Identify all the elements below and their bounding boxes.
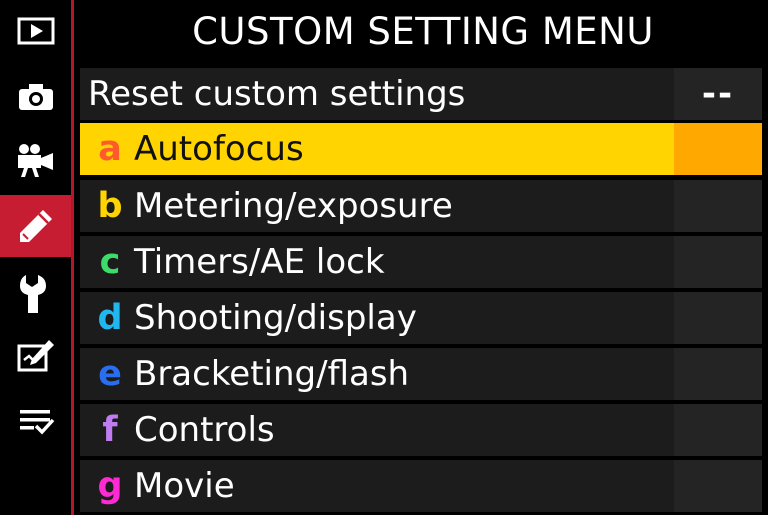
- menu-item-value: --: [674, 68, 762, 120]
- menu-item-label: Movie: [134, 466, 235, 506]
- menu-item-value: [674, 404, 762, 456]
- menu-item-label: Shooting/display: [134, 298, 417, 338]
- menu-item-autofocus[interactable]: a Autofocus: [80, 123, 762, 175]
- sidebar-item-my-menu[interactable]: [0, 394, 71, 448]
- menu-item-value: [674, 180, 762, 232]
- sidebar-item-setup[interactable]: [0, 267, 71, 321]
- sidebar-item-playback[interactable]: [0, 4, 71, 58]
- menu-item-bracketing-flash[interactable]: e Bracketing/flash: [80, 348, 762, 400]
- menu-item-value: [674, 123, 762, 175]
- menu-item-letter: d: [97, 298, 123, 338]
- menu-item-label: Timers/AE lock: [134, 242, 385, 282]
- menu-item-label: Bracketing/flash: [134, 354, 410, 394]
- menu-item-movie[interactable]: g Movie: [80, 460, 762, 512]
- camera-icon: [18, 84, 53, 110]
- menu-item-letter: c: [99, 242, 121, 282]
- sidebar-item-retouch[interactable]: [0, 329, 71, 383]
- menu-item-value: [674, 348, 762, 400]
- playback-icon: [17, 17, 54, 45]
- sidebar-item-photo-shooting[interactable]: [0, 70, 71, 124]
- pencil-icon: [19, 210, 52, 242]
- retouch-icon: [17, 340, 54, 372]
- my-menu-icon: [19, 410, 54, 435]
- sidebar-item-custom-settings[interactable]: [0, 195, 71, 257]
- menu-item-timers-ae-lock[interactable]: c Timers/AE lock: [80, 236, 762, 288]
- sidebar: [0, 0, 74, 515]
- movie-camera-icon: [17, 144, 53, 177]
- menu-item-letter: g: [97, 466, 123, 506]
- menu-item-letter: b: [97, 186, 123, 226]
- page-title: CUSTOM SETTING MENU: [192, 9, 654, 53]
- menu-item-controls[interactable]: f Controls: [80, 404, 762, 456]
- menu-item-letter: a: [98, 129, 122, 169]
- menu-item-letter: f: [102, 410, 118, 450]
- wrench-icon: [19, 275, 46, 313]
- menu-item-value: [674, 292, 762, 344]
- menu-item-letter: e: [98, 354, 122, 394]
- menu-item-label: Reset custom settings: [88, 74, 466, 114]
- menu-item-value: [674, 460, 762, 512]
- menu-item-label: Autofocus: [134, 129, 304, 169]
- menu-item-label: Metering/exposure: [134, 186, 453, 226]
- menu-item-shooting-display[interactable]: d Shooting/display: [80, 292, 762, 344]
- menu-item-metering-exposure[interactable]: b Metering/exposure: [80, 180, 762, 232]
- menu-item-reset-custom-settings[interactable]: Reset custom settings --: [80, 68, 762, 120]
- menu-item-value: [674, 236, 762, 288]
- menu-item-label: Controls: [134, 410, 275, 450]
- sidebar-item-movie-shooting[interactable]: [0, 133, 71, 187]
